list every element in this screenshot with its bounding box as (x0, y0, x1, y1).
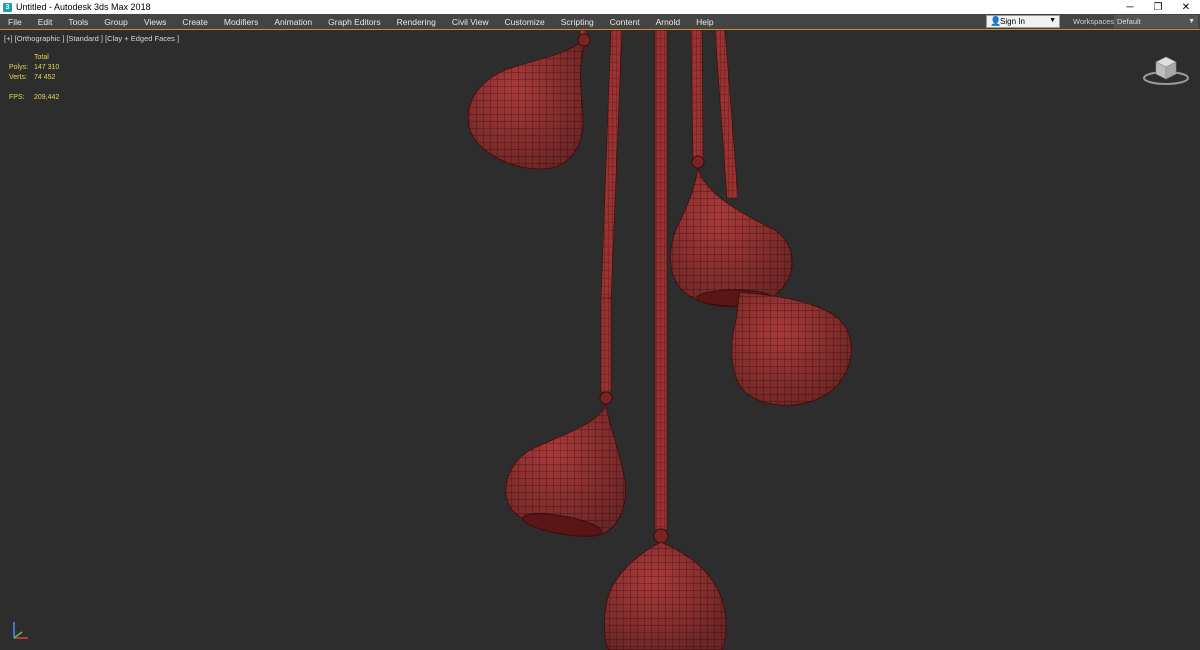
menu-content[interactable]: Content (602, 17, 648, 27)
lamp-shade-5[interactable] (603, 528, 727, 650)
close-button[interactable]: ✕ (1172, 0, 1200, 14)
stats-overlay: Total Polys: 147 310 Verts: 74 452 FPS: … (9, 53, 59, 103)
lamp-shade-3[interactable] (731, 291, 852, 406)
verts-label: Verts: (9, 74, 27, 81)
lamp-shade-4[interactable] (505, 391, 627, 541)
window-controls: ─ ❐ ✕ (1116, 0, 1200, 14)
axis-gizmo-icon (13, 622, 28, 639)
scene-canvas[interactable] (0, 30, 1200, 650)
menu-tools[interactable]: Tools (60, 17, 96, 27)
sign-in-label: Sign In (1000, 17, 1025, 26)
menu-edit[interactable]: Edit (30, 17, 61, 27)
viewport-label[interactable]: [+] [Orthographic ] [Standard ] [Clay + … (4, 34, 179, 43)
menu-graph-editors[interactable]: Graph Editors (320, 17, 388, 27)
verts-value: 74 452 (34, 74, 56, 81)
menu-group[interactable]: Group (96, 17, 136, 27)
menu-help[interactable]: Help (688, 17, 721, 27)
minimize-button[interactable]: ─ (1116, 0, 1144, 14)
menu-bar: File Edit Tools Group Views Create Modif… (0, 14, 1200, 29)
menu-rendering[interactable]: Rendering (389, 17, 444, 27)
window-title: Untitled - Autodesk 3ds Max 2018 (16, 2, 151, 12)
restore-button[interactable]: ❐ (1144, 0, 1172, 14)
polys-label: Polys: (9, 64, 29, 71)
menu-animation[interactable]: Animation (266, 17, 320, 27)
sign-in-dropdown[interactable]: 👤 Sign In ▼ (986, 15, 1060, 28)
menu-arnold[interactable]: Arnold (648, 17, 689, 27)
3ds-max-icon: 3 (3, 2, 12, 12)
fps-value: 209,442 (34, 94, 60, 101)
polys-value: 147 310 (34, 64, 60, 71)
lamp-shade-1[interactable] (467, 33, 591, 170)
menu-file[interactable]: File (0, 17, 30, 27)
menu-customize[interactable]: Customize (497, 17, 553, 27)
viewcube-icon[interactable] (1142, 52, 1190, 88)
viewport[interactable]: [+] [Orthographic ] [Standard ] [Clay + … (0, 29, 1200, 650)
workspaces-label: Workspaces: (1073, 17, 1117, 26)
chevron-down-icon: ▼ (1049, 17, 1056, 24)
menu-civil-view[interactable]: Civil View (444, 17, 497, 27)
workspace-value: Default (1117, 17, 1141, 26)
workspaces-select[interactable]: Default ▼ (1114, 15, 1198, 28)
menu-views[interactable]: Views (136, 17, 175, 27)
user-icon: 👤 (990, 16, 1002, 26)
chevron-down-icon: ▼ (1188, 18, 1195, 25)
fps-label: FPS: (9, 94, 25, 101)
stats-header: Total (34, 54, 49, 61)
title-bar: 3 Untitled - Autodesk 3ds Max 2018 ─ ❐ ✕ (0, 0, 1200, 14)
menu-scripting[interactable]: Scripting (553, 17, 602, 27)
menu-create[interactable]: Create (174, 17, 216, 27)
menu-modifiers[interactable]: Modifiers (216, 17, 266, 27)
